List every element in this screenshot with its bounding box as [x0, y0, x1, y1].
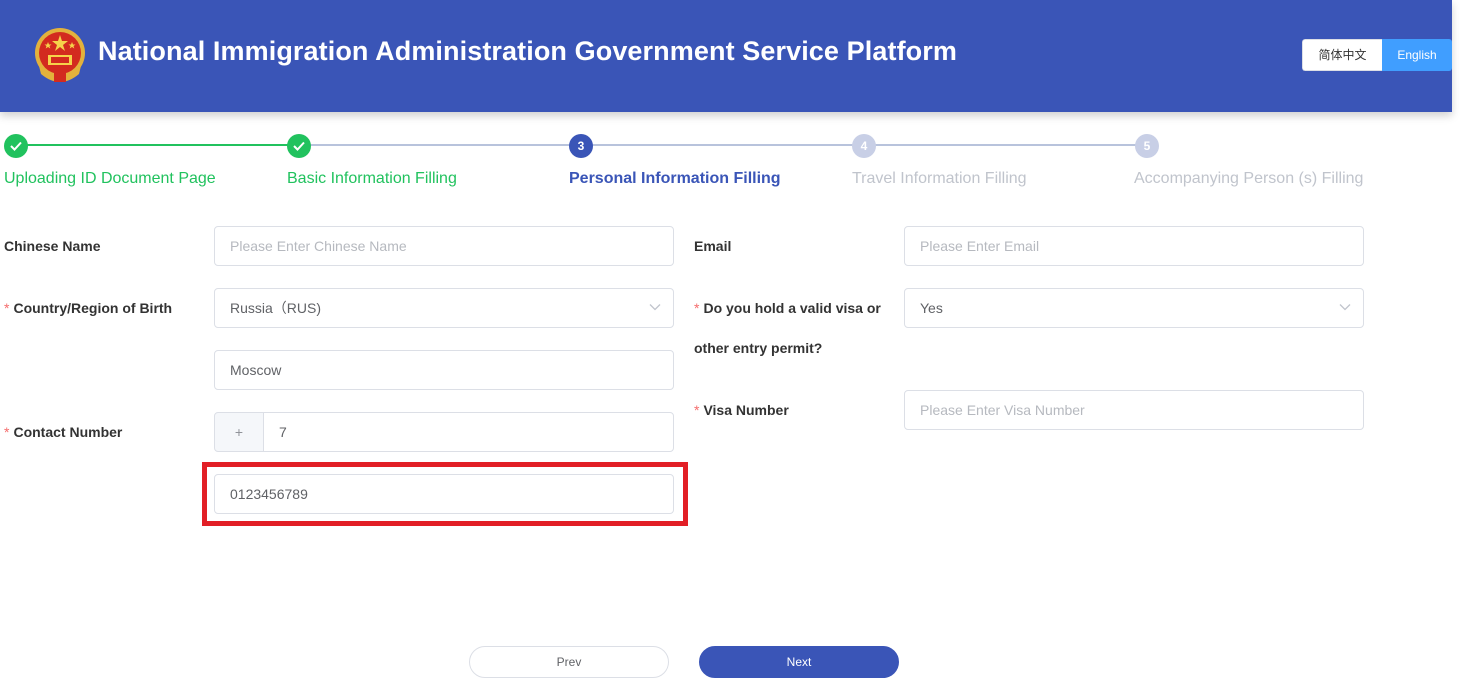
step-2-done-icon: [287, 134, 311, 158]
step-connector: [299, 144, 581, 146]
page: National Immigration Administration Gove…: [0, 0, 1460, 691]
email-label: Email: [694, 238, 732, 254]
national-emblem-icon: [35, 28, 85, 82]
app-title: National Immigration Administration Gove…: [98, 36, 957, 66]
step-4-label: Travel Information Filling: [852, 170, 1027, 187]
birth-country-label: * Country/Region of Birth: [4, 300, 172, 316]
birth-city-input[interactable]: Moscow: [214, 350, 674, 390]
birth-country-select[interactable]: Russia（RUS): [214, 288, 674, 328]
visa-hold-select[interactable]: Yes: [904, 288, 1364, 328]
lang-chinese-button[interactable]: 简体中文: [1302, 39, 1382, 71]
country-code-group: + 7: [214, 412, 674, 452]
check-icon: [10, 141, 22, 151]
required-mark: *: [694, 402, 700, 418]
required-mark: *: [4, 424, 10, 440]
step-connector: [864, 144, 1147, 146]
contact-number-label-text: Contact Number: [13, 424, 123, 440]
visa-hold-label-line1: Do you hold a valid visa or: [703, 300, 881, 316]
visa-hold-value: Yes: [920, 300, 943, 316]
country-code-input[interactable]: 7: [263, 412, 674, 452]
step-1-done-icon: [4, 134, 28, 158]
visa-number-label: * Visa Number: [694, 402, 789, 418]
birth-country-label-text: Country/Region of Birth: [13, 300, 173, 316]
prev-button[interactable]: Prev: [469, 646, 669, 678]
chinese-name-input[interactable]: Please Enter Chinese Name: [214, 226, 674, 266]
visa-number-input[interactable]: Please Enter Visa Number: [904, 390, 1364, 430]
birth-country-value: Russia（RUS): [230, 300, 322, 316]
chinese-name-label: Chinese Name: [4, 238, 101, 254]
email-input[interactable]: Please Enter Email: [904, 226, 1364, 266]
visa-number-label-text: Visa Number: [703, 402, 789, 418]
step-connector: [16, 144, 299, 146]
step-2-label: Basic Information Filling: [287, 170, 457, 187]
step-connector: [581, 144, 864, 146]
step-5-label: Accompanying Person (s) Filling: [1134, 170, 1364, 187]
next-button[interactable]: Next: [699, 646, 899, 678]
step-4-number: 4: [852, 134, 876, 158]
step-3-label: Personal Information Filling: [569, 170, 781, 187]
required-mark: *: [694, 300, 700, 316]
check-icon: [293, 141, 305, 151]
chevron-down-icon: [649, 304, 661, 311]
step-5-number: 5: [1135, 134, 1159, 158]
header-bar: National Immigration Administration Gove…: [0, 0, 1452, 112]
step-3-number: 3: [569, 134, 593, 158]
lang-english-button[interactable]: English: [1382, 39, 1452, 71]
plus-prefix: +: [214, 412, 264, 452]
step-1-label: Uploading ID Document Page: [4, 170, 216, 187]
contact-number-label: * Contact Number: [4, 424, 122, 440]
highlight-box: [202, 462, 688, 526]
visa-hold-label: * Do you hold a valid visa or: [694, 300, 881, 316]
progress-steps: Uploading ID Document Page Basic Informa…: [0, 130, 1460, 200]
chevron-down-icon: [1339, 304, 1351, 311]
visa-hold-label-line2: other entry permit?: [694, 340, 823, 356]
language-switch: 简体中文 English: [1302, 39, 1452, 71]
required-mark: *: [4, 300, 10, 316]
